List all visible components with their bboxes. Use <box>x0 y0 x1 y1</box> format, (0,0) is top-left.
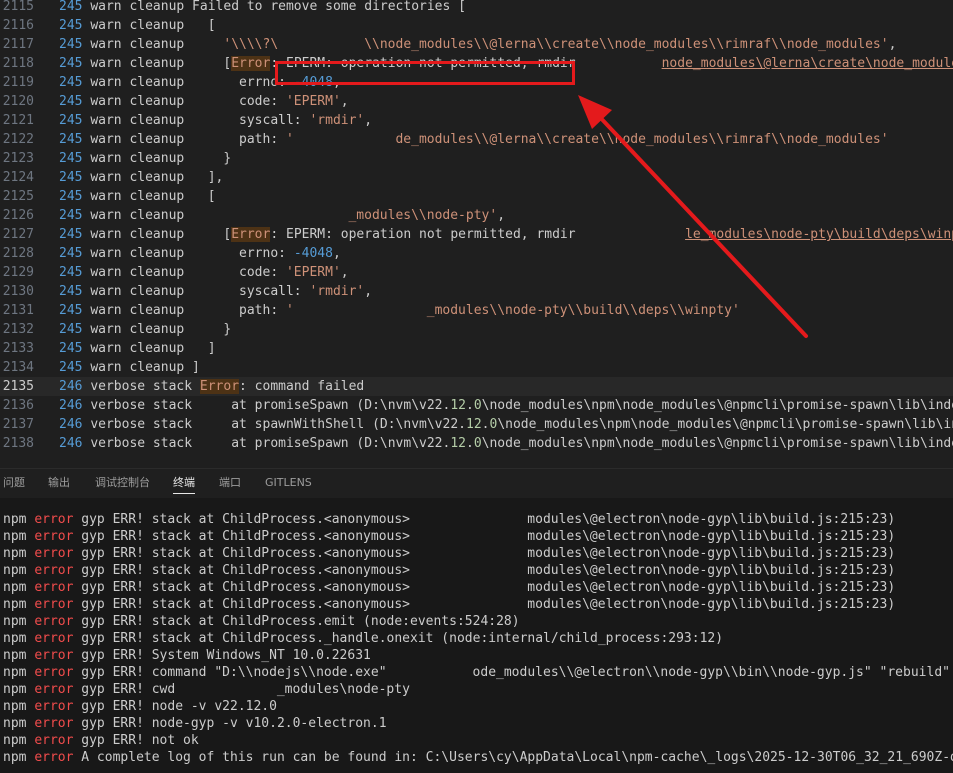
text-segment: npm <box>3 733 35 748</box>
text-segment: npm <box>3 716 35 731</box>
text-segment: npm <box>3 699 35 714</box>
terminal-line: npm error gyp ERR! System Windows_NT 10.… <box>3 647 371 664</box>
text-segment: npm <box>3 665 35 680</box>
text-segment: error <box>34 546 74 561</box>
text-segment: npm <box>3 529 35 544</box>
text-segment: gyp ERR! cwd <box>73 682 184 697</box>
terminal-line: npm error gyp ERR! not ok <box>3 732 199 749</box>
tab-problems[interactable]: 问题 <box>3 475 25 491</box>
text-segment: npm <box>3 750 35 765</box>
text-segment: _modules\node-pty <box>276 682 410 697</box>
text-segment: gyp ERR! node-gyp -v v10.2.0-electron.1 <box>73 716 387 731</box>
text-segment: npm <box>3 682 35 697</box>
text-segment: npm <box>3 563 35 578</box>
terminal-line: npm error gyp ERR! stack at ChildProcess… <box>3 613 520 630</box>
text-segment: error <box>34 716 74 731</box>
text-segment: gyp ERR! not ok <box>73 733 199 748</box>
text-segment: error <box>34 665 74 680</box>
text-segment: npm <box>3 546 35 561</box>
text-segment: modules\@electron\node-gyp\lib\build.js:… <box>527 546 896 561</box>
text-segment: npm <box>3 631 35 646</box>
terminal-line: npm error gyp ERR! stack at ChildProcess… <box>3 630 723 647</box>
terminal-line: npm error gyp ERR! stack at ChildProcess… <box>3 596 895 613</box>
terminal-line: npm error A complete log of this run can… <box>3 749 953 766</box>
text-segment: error <box>34 733 74 748</box>
terminal-line: npm error gyp ERR! node -v v22.12.0 <box>3 698 277 715</box>
text-segment: ode_modules\\@electron\\node-gyp\\bin\\n… <box>472 665 950 680</box>
text-segment: error <box>34 631 74 646</box>
text-segment: modules\@electron\node-gyp\lib\build.js:… <box>527 563 896 578</box>
text-segment: npm <box>3 580 35 595</box>
text-segment: npm <box>3 597 35 612</box>
text-segment: gyp ERR! System Windows_NT 10.0.22631 <box>73 648 371 663</box>
text-segment: modules\@electron\node-gyp\lib\build.js:… <box>527 512 896 527</box>
text-segment: npm <box>3 648 35 663</box>
text-segment: error <box>34 580 74 595</box>
text-segment: gyp ERR! stack at ChildProcess.<anonymou… <box>73 563 410 578</box>
text-segment: gyp ERR! node -v v22.12.0 <box>73 699 277 714</box>
terminal-line: npm error gyp ERR! stack at ChildProcess… <box>3 528 895 545</box>
text-segment: error <box>34 682 74 697</box>
text-segment: A complete log of this run can be found … <box>73 750 953 765</box>
terminal-output[interactable]: npm error gyp ERR! stack at ChildProcess… <box>0 498 953 773</box>
text-segment: error <box>34 648 74 663</box>
text-segment: modules\@electron\node-gyp\lib\build.js:… <box>527 529 896 544</box>
text-segment: error <box>34 597 74 612</box>
text-segment: gyp ERR! stack at ChildProcess.<anonymou… <box>73 512 410 527</box>
text-segment: gyp ERR! command "D:\\nodejs\\node.exe" <box>73 665 387 680</box>
text-segment: gyp ERR! stack at ChildProcess.<anonymou… <box>73 580 410 595</box>
tab-output[interactable]: 输出 <box>48 475 70 491</box>
text-segment: error <box>34 529 74 544</box>
text-segment: gyp ERR! stack at ChildProcess.<anonymou… <box>73 597 410 612</box>
terminal-line: npm error gyp ERR! node-gyp -v v10.2.0-e… <box>3 715 387 732</box>
terminal-line: npm error gyp ERR! stack at ChildProcess… <box>3 545 895 562</box>
text-segment: gyp ERR! stack at ChildProcess._handle.o… <box>73 631 724 646</box>
terminal-line: npm error gyp ERR! stack at ChildProcess… <box>3 579 895 596</box>
tab-terminal[interactable]: 终端 <box>173 475 195 494</box>
tab-gitlens[interactable]: GITLENS <box>265 475 312 491</box>
text-segment: error <box>34 563 74 578</box>
text-segment: error <box>34 614 74 629</box>
panel-tab-bar: 问题 输出 调试控制台 终端 端口 GITLENS <box>0 468 953 499</box>
terminal-line: npm error gyp ERR! cwd _modules\node-pty <box>3 681 410 698</box>
tab-debug-console[interactable]: 调试控制台 <box>95 475 150 491</box>
text-segment: gyp ERR! stack at ChildProcess.emit (nod… <box>73 614 520 629</box>
terminal-line: npm error gyp ERR! command "D:\\nodejs\\… <box>3 664 950 681</box>
text-segment: gyp ERR! stack at ChildProcess.<anonymou… <box>73 546 410 561</box>
terminal-line: npm error gyp ERR! stack at ChildProcess… <box>3 562 895 579</box>
text-segment: npm <box>3 512 35 527</box>
text-segment: error <box>34 512 74 527</box>
tab-ports[interactable]: 端口 <box>219 475 241 491</box>
text-segment: gyp ERR! stack at ChildProcess.<anonymou… <box>73 529 410 544</box>
text-segment: error <box>34 750 74 765</box>
annotation-arrow <box>578 95 808 338</box>
text-segment: npm <box>3 614 35 629</box>
text-segment: error <box>34 699 74 714</box>
terminal-line: npm error gyp ERR! stack at ChildProcess… <box>3 511 895 528</box>
text-segment: modules\@electron\node-gyp\lib\build.js:… <box>527 597 896 612</box>
text-segment: modules\@electron\node-gyp\lib\build.js:… <box>527 580 896 595</box>
